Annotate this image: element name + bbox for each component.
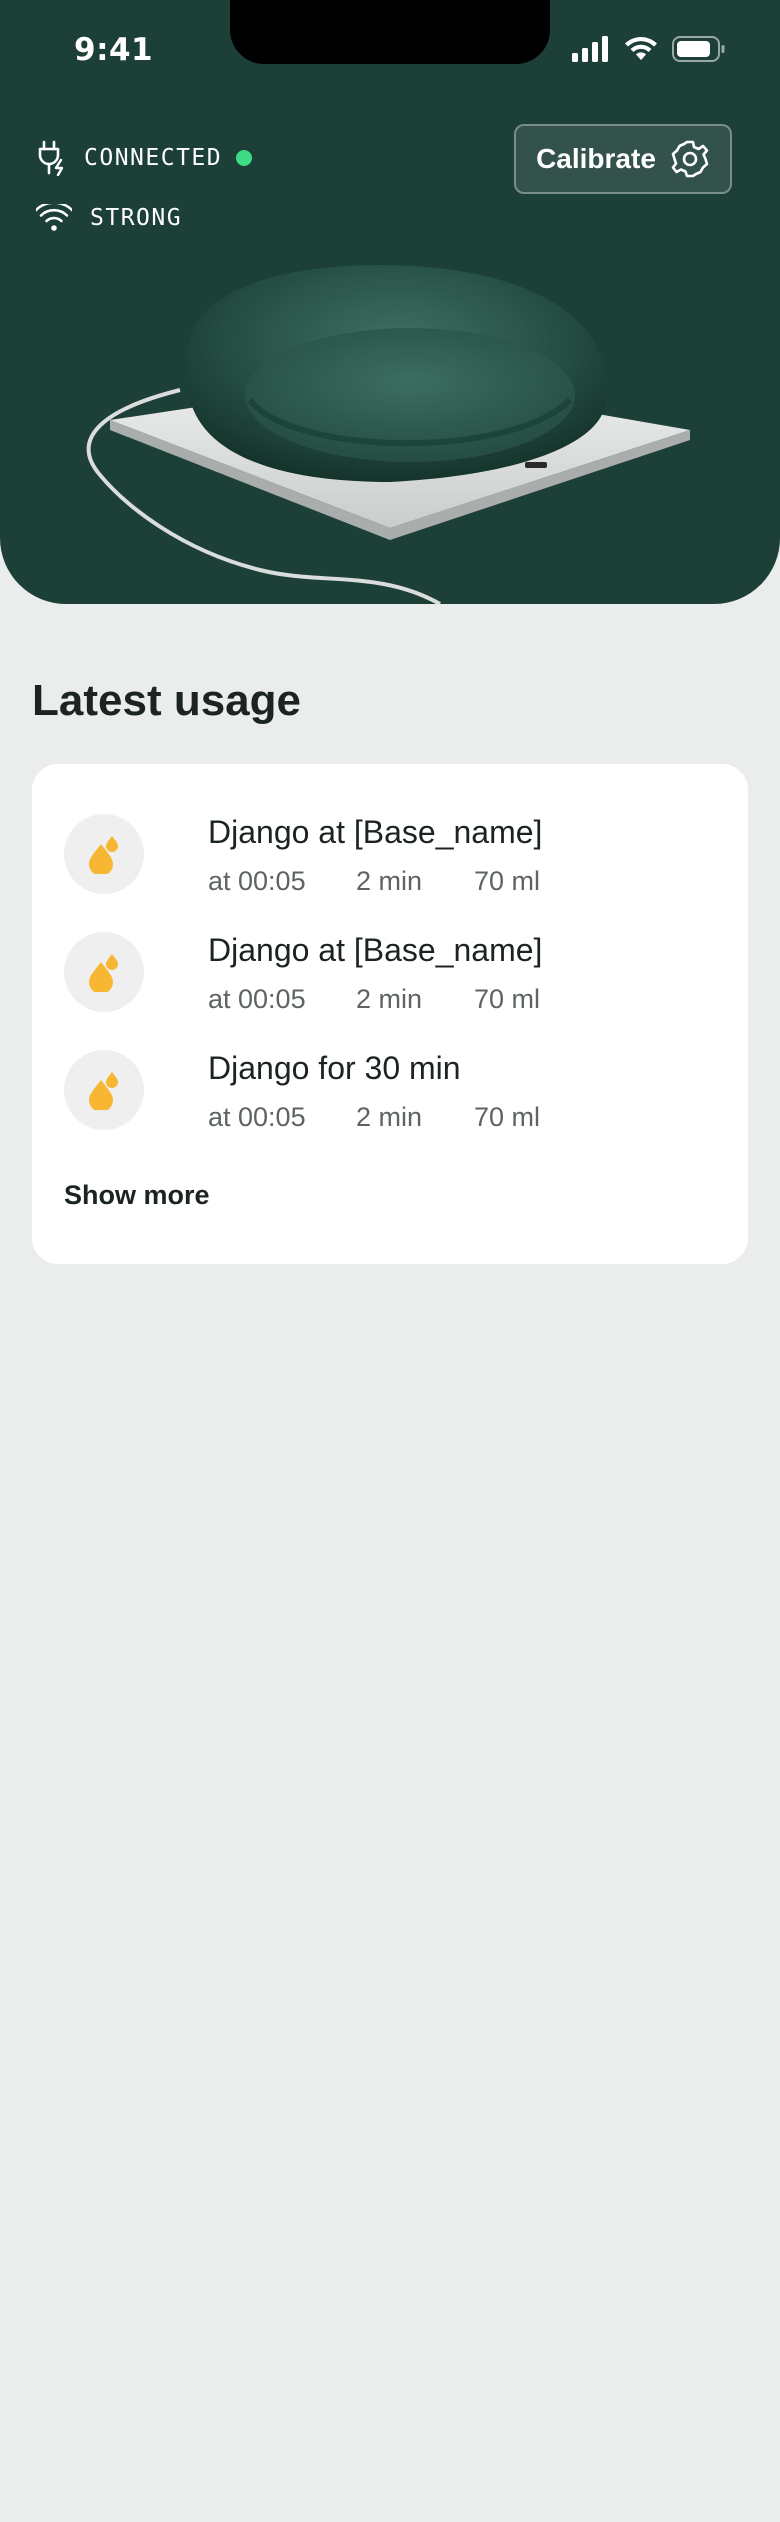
usage-item-duration: 2 min bbox=[356, 1102, 423, 1132]
show-more-button[interactable]: Show more bbox=[64, 1180, 210, 1211]
wifi-icon bbox=[36, 204, 72, 231]
signal-strength: STRONG bbox=[36, 204, 182, 232]
usage-item-time: at 00:05 bbox=[208, 866, 306, 896]
wifi-icon bbox=[625, 37, 657, 60]
gear-icon bbox=[671, 140, 709, 178]
battery-icon bbox=[672, 36, 725, 62]
usage-item-duration: 2 min bbox=[356, 866, 423, 896]
signal-strength-label: STRONG bbox=[90, 205, 183, 231]
connection-status-label: CONNECTED bbox=[84, 145, 223, 171]
usage-item-volume: 70 ml bbox=[474, 984, 541, 1014]
latest-usage-card: Django at [Base_name] at 00:05 2 min 70 … bbox=[32, 764, 748, 1264]
usage-item-title: Django at [Base_name] bbox=[208, 932, 543, 968]
connection-status-dot bbox=[236, 150, 253, 166]
usage-item-time: at 00:05 bbox=[208, 1102, 306, 1132]
water-drops-icon bbox=[64, 1050, 144, 1130]
cellular-signal-icon bbox=[572, 36, 608, 62]
calibrate-button-label: Calibrate bbox=[536, 143, 656, 174]
calibrate-button[interactable]: Calibrate bbox=[514, 124, 732, 194]
device-notch bbox=[230, 0, 550, 64]
status-bar-icons bbox=[572, 36, 726, 62]
usage-item-duration: 2 min bbox=[356, 984, 423, 1014]
connection-status: CONNECTED bbox=[36, 140, 253, 176]
usage-list-item[interactable]: Django at [Base_name] at 00:05 2 min 70 … bbox=[64, 932, 714, 1020]
water-drops-icon bbox=[64, 932, 144, 1012]
power-plug-icon bbox=[38, 140, 64, 176]
usage-list-item[interactable]: Django for 30 min at 00:05 2 min 70 ml bbox=[64, 1050, 714, 1138]
water-drops-icon bbox=[64, 814, 144, 894]
usage-item-volume: 70 ml bbox=[474, 1102, 541, 1132]
status-bar-time: 9:41 bbox=[74, 32, 154, 68]
usage-item-title: Django at [Base_name] bbox=[208, 814, 543, 850]
feeding-station-image bbox=[86, 265, 690, 604]
usage-item-title: Django for 30 min bbox=[208, 1050, 461, 1086]
usage-item-time: at 00:05 bbox=[208, 984, 306, 1014]
usage-list-item[interactable]: Django at [Base_name] at 00:05 2 min 70 … bbox=[64, 814, 714, 902]
usage-item-volume: 70 ml bbox=[474, 866, 541, 896]
device-hero: 9:41 CONNECTED STRONG Calibrate bbox=[0, 0, 780, 604]
latest-usage-heading: Latest usage bbox=[32, 676, 301, 725]
